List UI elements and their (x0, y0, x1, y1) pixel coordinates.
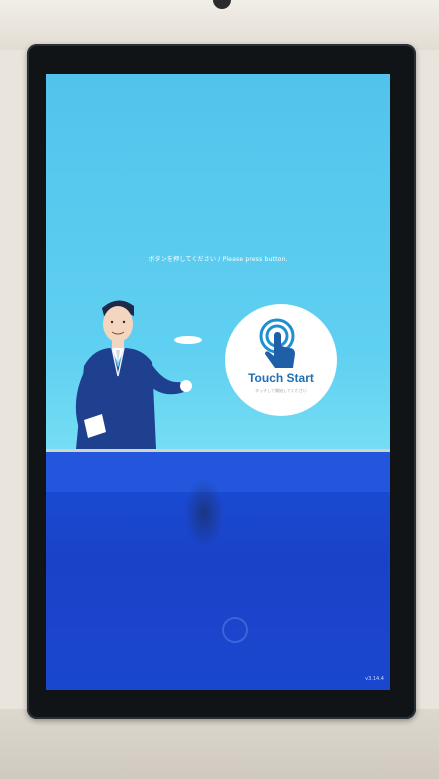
touch-start-label: Touch Start (248, 371, 314, 385)
touch-start-button[interactable]: Touch Start タッチして開始してください (225, 304, 337, 416)
info-panel: v3.14.4 (46, 452, 390, 690)
brand-logo-icon (222, 617, 248, 643)
press-button-prompt: ボタンを押してください / Please press button. (148, 256, 288, 263)
hand-pointer-touch-icon (259, 318, 295, 368)
touch-start-sublabel: タッチして開始してください (255, 388, 307, 393)
screen-reflection (184, 478, 224, 548)
version-label: v3.14.4 (365, 676, 384, 682)
attendant-illustration-icon (75, 300, 192, 449)
wall-background-bottom (0, 709, 439, 779)
welcome-panel: ボタンを押してください / Please press button. Touch… (46, 74, 390, 449)
kiosk-screen: ボタンを押してください / Please press button. Touch… (46, 74, 390, 690)
